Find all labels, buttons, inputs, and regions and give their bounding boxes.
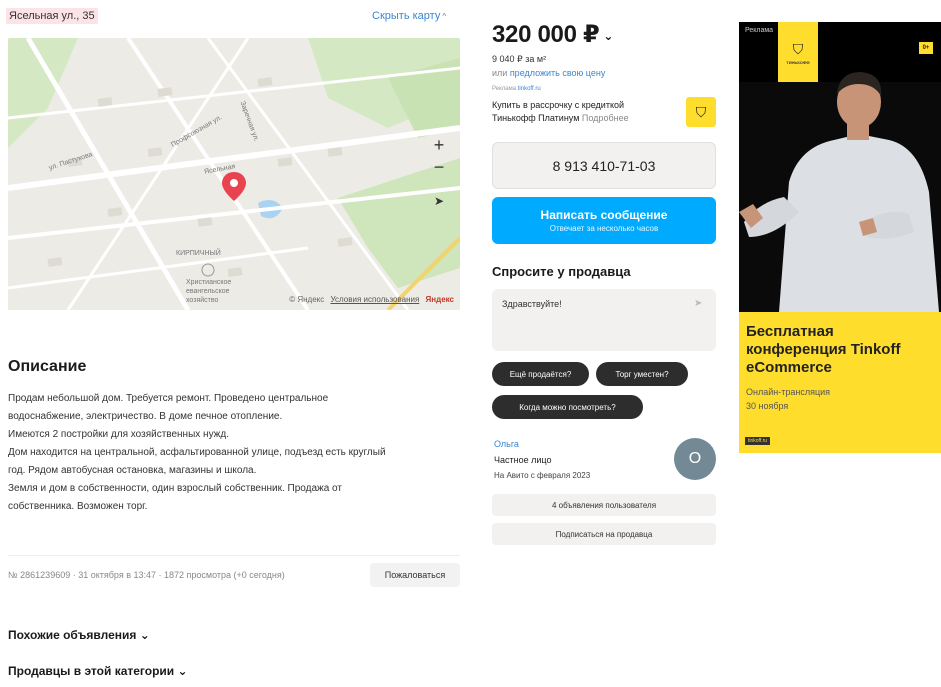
- map-zoom-in-button[interactable]: +: [428, 134, 450, 156]
- quick-question-chip[interactable]: Торг уместен?: [596, 362, 688, 386]
- price[interactable]: 320 000 ₽ ⌄: [492, 20, 613, 49]
- send-icon[interactable]: ➤: [694, 298, 702, 309]
- map-poi-label: Христианское евангельское хозяйство: [186, 279, 232, 304]
- speaker-photo: [739, 72, 941, 312]
- quick-question-chip[interactable]: Когда можно посмотреть?: [492, 395, 643, 419]
- quick-question-chip[interactable]: Ещё продаётся?: [492, 362, 589, 386]
- hide-map-link[interactable]: Скрыть карту ^: [372, 10, 446, 22]
- subscribe-seller-button[interactable]: Подписаться на продавца: [492, 523, 716, 545]
- divider: [8, 555, 460, 556]
- description-title: Описание: [8, 358, 87, 375]
- offer-price: или предложить свою цену: [492, 68, 606, 78]
- listing-meta: № 2861239609 · 31 октября в 13:47 · 1872…: [8, 570, 285, 580]
- listing-address: Ясельная ул., 35: [6, 8, 98, 24]
- description-line: год. Рядом автобусная остановка, магазин…: [8, 465, 257, 476]
- locate-icon[interactable]: ➤: [428, 190, 450, 212]
- description-line: Земля и дом в собственности, один взросл…: [8, 483, 342, 494]
- description-text: Продам небольшой дом. Требуется ремонт. …: [8, 390, 468, 516]
- chevron-down-icon: ⌄: [177, 664, 188, 678]
- ad-text[interactable]: Купить в рассрочку с кредиткой Тинькофф …: [492, 99, 662, 125]
- ad-banner[interactable]: Реклама ⛉ ТИНЬКОФФ 0+ Бесплатная конфере…: [739, 22, 941, 453]
- description-line: Имеются 2 постройки для хозяйственных ну…: [8, 429, 229, 440]
- phone-button[interactable]: 8 913 410-71-03: [492, 142, 716, 189]
- banner-content: Бесплатная конференция Tinkoff eCommerce…: [739, 312, 941, 453]
- map-zoom-out-button[interactable]: −: [428, 156, 450, 178]
- map[interactable]: ул. Пастухова Ясельная Профсоюзная ул. З…: [8, 38, 460, 310]
- seller-listings-button[interactable]: 4 объявления пользователя: [492, 494, 716, 516]
- ask-seller-title: Спросите у продавца: [492, 264, 631, 279]
- map-canvas: [8, 38, 460, 310]
- seller-name-link[interactable]: Ольга: [494, 439, 519, 449]
- ad-label: Реклама tinkoff.ru: [492, 86, 541, 92]
- map-footer: © Яндекс Условия использования Яндекс: [289, 295, 454, 304]
- map-poi-label: КИРПИЧНЫЙ: [176, 250, 221, 257]
- offer-price-link[interactable]: предложить свою цену: [510, 68, 606, 78]
- description-line: Продам небольшой дом. Требуется ремонт. …: [8, 393, 329, 404]
- seller-since: На Авито с февраля 2023: [494, 471, 591, 480]
- complain-button[interactable]: Пожаловаться: [370, 563, 460, 587]
- description-line: Дом находится на центральной, асфальтиро…: [8, 447, 386, 458]
- yandex-logo: Яндекс: [425, 295, 454, 304]
- similar-listings-toggle[interactable]: Похожие объявления ⌄: [8, 628, 150, 642]
- description-line: водоснабжение, электричество. В доме печ…: [8, 411, 283, 422]
- price-per-m2: 9 040 ₽ за м²: [492, 54, 547, 64]
- banner-subtitle: Онлайн-трансляция 30 ноября: [746, 387, 831, 411]
- chevron-up-icon: ^: [442, 12, 447, 21]
- chevron-down-icon: ⌄: [139, 628, 150, 642]
- ask-seller-input[interactable]: Здравствуйте!: [492, 289, 716, 351]
- chevron-down-icon: ⌄: [603, 28, 614, 43]
- tinkoff-logo-icon[interactable]: ⛉: [686, 97, 716, 127]
- description-line: собственника. Возможен торг.: [8, 501, 148, 512]
- category-sellers-toggle[interactable]: Продавцы в этой категории ⌄: [8, 664, 188, 678]
- banner-headline: Бесплатная конференция Tinkoff eCommerce: [746, 323, 901, 376]
- banner-footer: tinkoff.ru: [745, 437, 771, 445]
- map-terms-link[interactable]: Условия использования: [331, 295, 420, 304]
- avatar[interactable]: О: [674, 438, 716, 480]
- ad-more-link[interactable]: Подробнее: [582, 113, 629, 123]
- write-message-button[interactable]: Написать сообщение Отвечает за несколько…: [492, 197, 716, 244]
- seller-type: Частное лицо: [494, 455, 552, 465]
